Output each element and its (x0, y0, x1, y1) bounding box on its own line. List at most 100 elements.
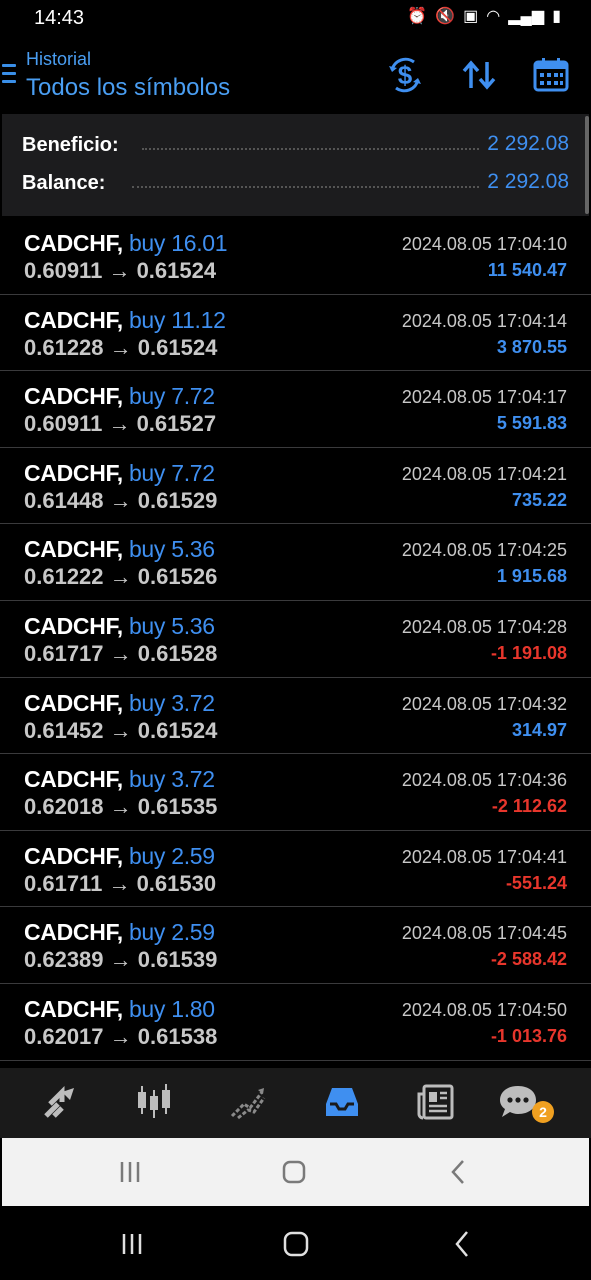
trade-row[interactable]: CADCHF, buy 5.36 0.61717 → 0.61528 2024.08… (0, 601, 591, 678)
trade-row[interactable]: CADCHF, buy 3.72 0.61452 → 0.61524 2024.08… (0, 678, 591, 755)
balance-row: Balance: 2 292.08 (2, 168, 589, 198)
trade-row[interactable]: CADCHF, buy 5.36 0.61222 → 0.61526 2024.08… (0, 524, 591, 601)
trade-symbol-name: CADCHF, (24, 230, 123, 256)
profit-label: Beneficio: (22, 134, 125, 157)
trade-row[interactable]: CADCHF, buy 11.12 0.61228 → 0.61524 2024.0… (0, 295, 591, 372)
trade-prices: 0.61222 → 0.61526 (24, 564, 217, 590)
arrow-icon: → (108, 258, 131, 283)
recent-apps-icon[interactable] (110, 1152, 150, 1192)
close-price: 0.61528 (137, 640, 218, 666)
back-icon-dark[interactable] (442, 1224, 482, 1264)
svg-text:$: $ (398, 60, 413, 90)
calendar-icon[interactable] (530, 54, 572, 96)
trade-prices: 0.60911 → 0.61527 (24, 411, 216, 437)
trade-row[interactable]: CADCHF, buy 7.72 0.60911 → 0.61527 2024.08… (0, 371, 591, 448)
open-price: 0.61452 (24, 717, 104, 743)
trade-symbol: CADCHF, buy 3.72 (24, 766, 215, 793)
trade-type: buy 11.12 (128, 306, 226, 333)
balance-value: 2 292.08 (487, 170, 569, 193)
trade-row[interactable]: CADCHF, buy 2.59 0.62389 → 0.61539 2024.08… (0, 907, 591, 984)
trade-symbol-name: CADCHF, (24, 459, 123, 486)
trade-symbol-name: CADCHF, (24, 766, 123, 793)
trade-symbol-name: CADCHF, (24, 536, 123, 563)
chart-icon[interactable] (134, 1082, 174, 1122)
alarm-icon: ⏰ (407, 8, 428, 25)
scrollbar[interactable] (585, 116, 589, 214)
trade-row[interactable]: CADCHF, buy 7.72 0.61448 → 0.61529 2024.08… (0, 448, 591, 525)
trade-symbol: CADCHF, buy 7.72 (24, 383, 215, 410)
open-price: 0.60911 (24, 258, 103, 283)
chat-badge: 2 (532, 1101, 554, 1123)
menu-icon[interactable] (2, 64, 16, 84)
trade-date: 2024.08.05 17:04:28 (401, 616, 567, 637)
trade-prices: 0.61717 → 0.61528 (24, 641, 217, 667)
trade-prices: 0.61711 → 0.61530 (24, 871, 216, 897)
system-nav-bar-dark (0, 1206, 591, 1280)
trade-symbol: CADCHF, buy 3.72 (24, 690, 215, 717)
trade-type: buy 1.80 (128, 995, 215, 1022)
home-icon[interactable] (274, 1152, 314, 1192)
trade-symbol-name: CADCHF, (24, 306, 123, 333)
mute-icon: 🔇 (435, 8, 456, 25)
arrow-icon: → (109, 334, 132, 360)
signal-icon: ▂▄▆ (508, 8, 545, 25)
arrow-icon: → (109, 947, 132, 973)
currency-exchange-icon[interactable]: $ (384, 54, 426, 96)
trade-date: 2024.08.05 17:04:25 (401, 540, 567, 561)
trade-date: 2024.08.05 17:04:10 (401, 234, 567, 254)
trade-row[interactable]: CADCHF, buy 3.72 0.62018 → 0.61535 2024.08… (0, 754, 591, 831)
history-icon[interactable] (322, 1082, 362, 1122)
open-price: 0.61717 (24, 640, 104, 666)
nfc-icon: ▣ (463, 8, 479, 25)
arrow-icon: → (109, 487, 132, 513)
header-subtitle[interactable]: Historial (26, 49, 91, 70)
trade-row[interactable]: CADCHF, buy 16.01 0.60911 → 0.61524 2024.0… (0, 218, 591, 295)
sort-icon[interactable] (458, 54, 500, 96)
arrow-icon: → (108, 411, 131, 437)
arrow-icon: → (108, 870, 131, 896)
close-price: 0.61524 (137, 717, 218, 743)
news-icon[interactable] (416, 1082, 456, 1122)
bottom-nav (0, 1068, 591, 1138)
back-icon[interactable] (438, 1152, 478, 1192)
trade-type: buy 7.72 (128, 383, 215, 410)
header-title[interactable]: Todos los símbolos (26, 74, 230, 102)
trade-list: CADCHF, buy 16.01 0.60911 → 0.61524 2024.0… (0, 218, 591, 1061)
close-price: 0.61527 (136, 411, 217, 437)
trade-prices: 0.61228 → 0.61524 (24, 335, 217, 361)
home-icon-dark[interactable] (276, 1224, 316, 1264)
close-price: 0.61526 (137, 564, 218, 590)
open-price: 0.62017 (24, 1023, 104, 1049)
trade-profit: 314.97 (511, 719, 567, 740)
trade-type: buy 3.72 (128, 689, 215, 716)
trade-date: 2024.08.05 17:04:32 (401, 693, 567, 714)
trade-date: 2024.08.05 17:04:36 (401, 770, 567, 791)
arrow-icon: → (109, 794, 132, 820)
trade-type: buy 3.72 (128, 766, 215, 793)
trade-prices: 0.62017 → 0.61538 (24, 1024, 217, 1050)
arrow-icon: → (109, 640, 132, 666)
trade-row[interactable]: CADCHF, buy 1.80 0.62017 → 0.61538 2024.08… (0, 984, 591, 1061)
trade-type: buy 5.36 (128, 536, 215, 563)
close-price: 0.61530 (136, 870, 217, 896)
trade-profit: 5 591.83 (496, 413, 567, 434)
trade-row[interactable]: CADCHF, buy 2.59 0.61711 → 0.61530 2024.08… (0, 831, 591, 908)
open-price: 0.61228 (24, 334, 104, 360)
arrow-icon: → (109, 1023, 132, 1049)
close-price: 0.61524 (137, 334, 218, 360)
trade-icon[interactable] (228, 1082, 268, 1122)
trade-profit: 3 870.55 (496, 336, 567, 357)
trade-profit: -1 013.76 (490, 1025, 567, 1046)
close-price: 0.61529 (137, 487, 218, 513)
trade-symbol: CADCHF, buy 1.80 (24, 996, 215, 1023)
close-price: 0.61535 (137, 794, 218, 820)
trade-date: 2024.08.05 17:04:45 (401, 923, 567, 944)
trade-prices: 0.61452 → 0.61524 (24, 718, 217, 744)
trade-profit: -551.24 (505, 872, 567, 893)
trade-symbol: CADCHF, buy 2.59 (24, 919, 215, 946)
battery-icon: ▮ (552, 8, 561, 25)
balance-label: Balance: (22, 172, 112, 195)
recent-apps-icon-dark[interactable] (112, 1224, 152, 1264)
trade-date: 2024.08.05 17:04:21 (401, 463, 567, 484)
quotes-icon[interactable] (40, 1082, 80, 1122)
